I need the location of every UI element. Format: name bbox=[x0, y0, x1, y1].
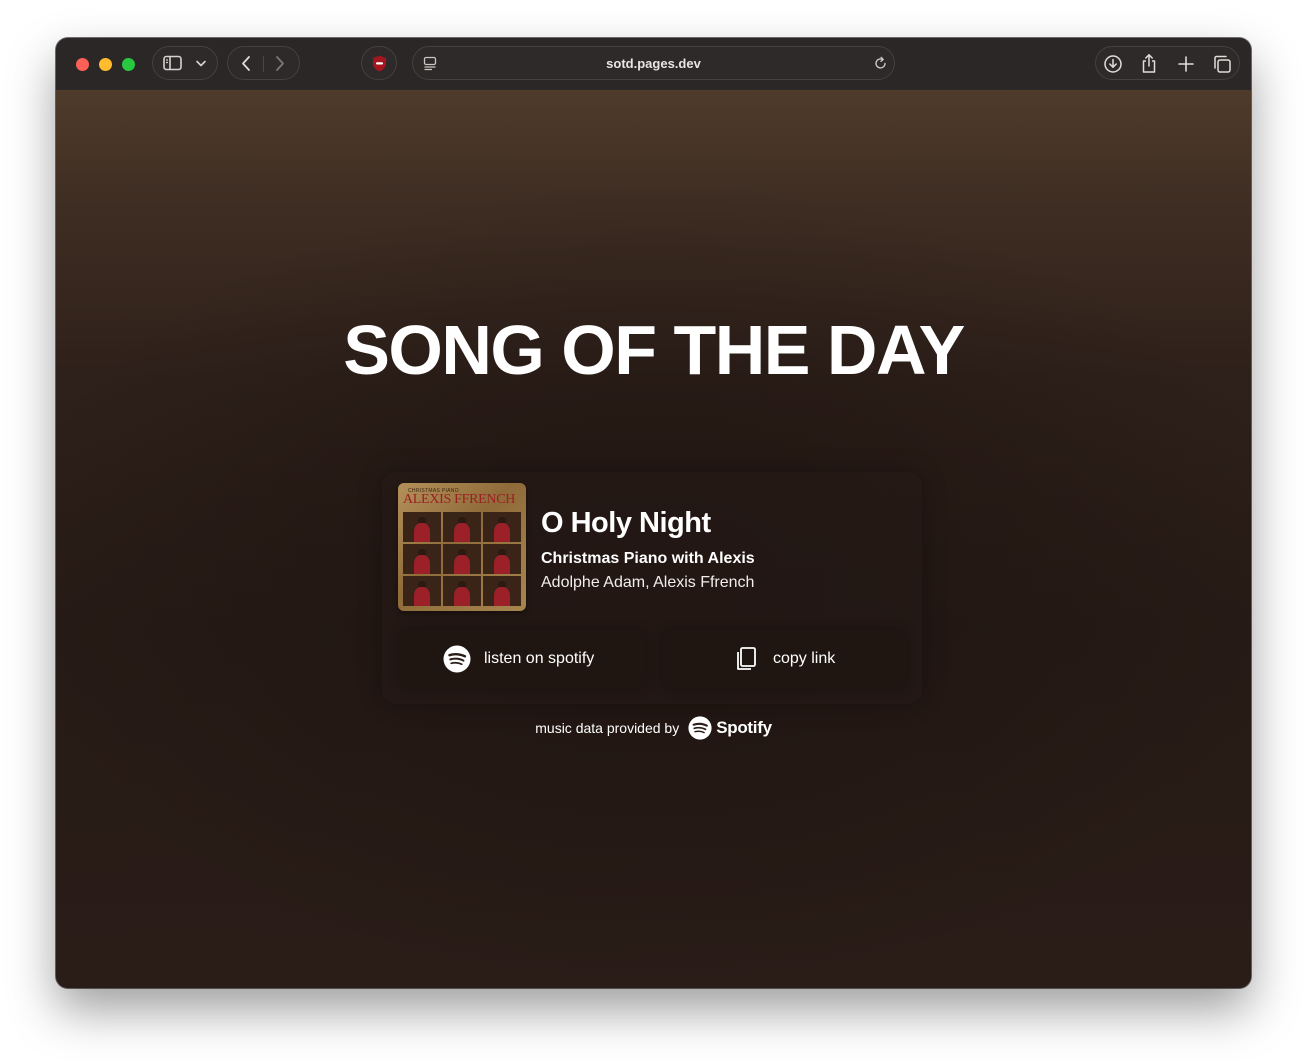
cover-photo bbox=[483, 512, 521, 542]
extension-button[interactable] bbox=[361, 46, 397, 80]
song-title: O Holy Night bbox=[541, 507, 711, 539]
spotify-wordmark: Spotify bbox=[716, 718, 772, 737]
page-content: SONG OF THE DAY CHRISTMAS PIANO ALEXIS F… bbox=[56, 90, 1251, 988]
reload-icon[interactable] bbox=[873, 56, 888, 71]
shield-icon bbox=[373, 55, 386, 72]
sidebar-icon bbox=[163, 55, 182, 71]
album-name: Christmas Piano with Alexis bbox=[541, 550, 755, 567]
nav-divider bbox=[263, 56, 264, 72]
forward-button[interactable] bbox=[273, 55, 287, 72]
copy-label: copy link bbox=[773, 650, 836, 667]
zoom-window-button[interactable] bbox=[122, 58, 135, 71]
navigation-buttons bbox=[227, 46, 300, 80]
cover-photo bbox=[403, 544, 441, 574]
song-card: CHRISTMAS PIANO ALEXIS FFRENCH O Holy Ni… bbox=[382, 472, 922, 704]
artist-names: Adolphe Adam, Alexis Ffrench bbox=[541, 574, 755, 591]
download-icon[interactable] bbox=[1103, 54, 1123, 74]
share-icon[interactable] bbox=[1140, 53, 1158, 74]
sidebar-toggle-button[interactable] bbox=[152, 46, 218, 80]
tab-overview-icon[interactable] bbox=[1212, 54, 1232, 74]
spotify-logo-icon bbox=[688, 716, 712, 740]
new-tab-icon[interactable] bbox=[1177, 55, 1195, 73]
cover-photo bbox=[403, 576, 441, 606]
cover-photo bbox=[403, 512, 441, 542]
attribution-text: music data provided by bbox=[535, 720, 680, 736]
chevron-down-icon[interactable] bbox=[195, 59, 207, 68]
cover-photo bbox=[443, 576, 481, 606]
album-cover: CHRISTMAS PIANO ALEXIS FFRENCH bbox=[398, 483, 526, 611]
address-bar[interactable]: sotd.pages.dev bbox=[412, 46, 895, 80]
url-text[interactable]: sotd.pages.dev bbox=[413, 56, 894, 71]
listen-on-spotify-button[interactable]: listen on spotify bbox=[398, 629, 646, 689]
copy-link-button[interactable]: copy link bbox=[662, 629, 908, 689]
copy-icon bbox=[737, 647, 756, 670]
cover-photo bbox=[483, 576, 521, 606]
cover-photo bbox=[443, 512, 481, 542]
toolbar-actions bbox=[1095, 46, 1240, 80]
listen-label: listen on spotify bbox=[484, 650, 595, 667]
browser-window: sotd.pages.dev SONG OF THE DAY CHRISTMAS… bbox=[56, 38, 1251, 988]
cover-photo bbox=[443, 544, 481, 574]
spotify-icon bbox=[443, 645, 471, 673]
attribution: music data provided by Spotify bbox=[56, 716, 1251, 744]
minimize-window-button[interactable] bbox=[99, 58, 112, 71]
cover-photo-grid bbox=[403, 512, 521, 606]
close-window-button[interactable] bbox=[76, 58, 89, 71]
cover-photo bbox=[483, 544, 521, 574]
browser-toolbar: sotd.pages.dev bbox=[56, 38, 1251, 91]
page-title: SONG OF THE DAY bbox=[343, 311, 965, 389]
spotify-logo[interactable]: Spotify bbox=[688, 716, 772, 740]
back-button[interactable] bbox=[239, 55, 253, 72]
cover-artist-name: ALEXIS FFRENCH bbox=[403, 492, 516, 507]
